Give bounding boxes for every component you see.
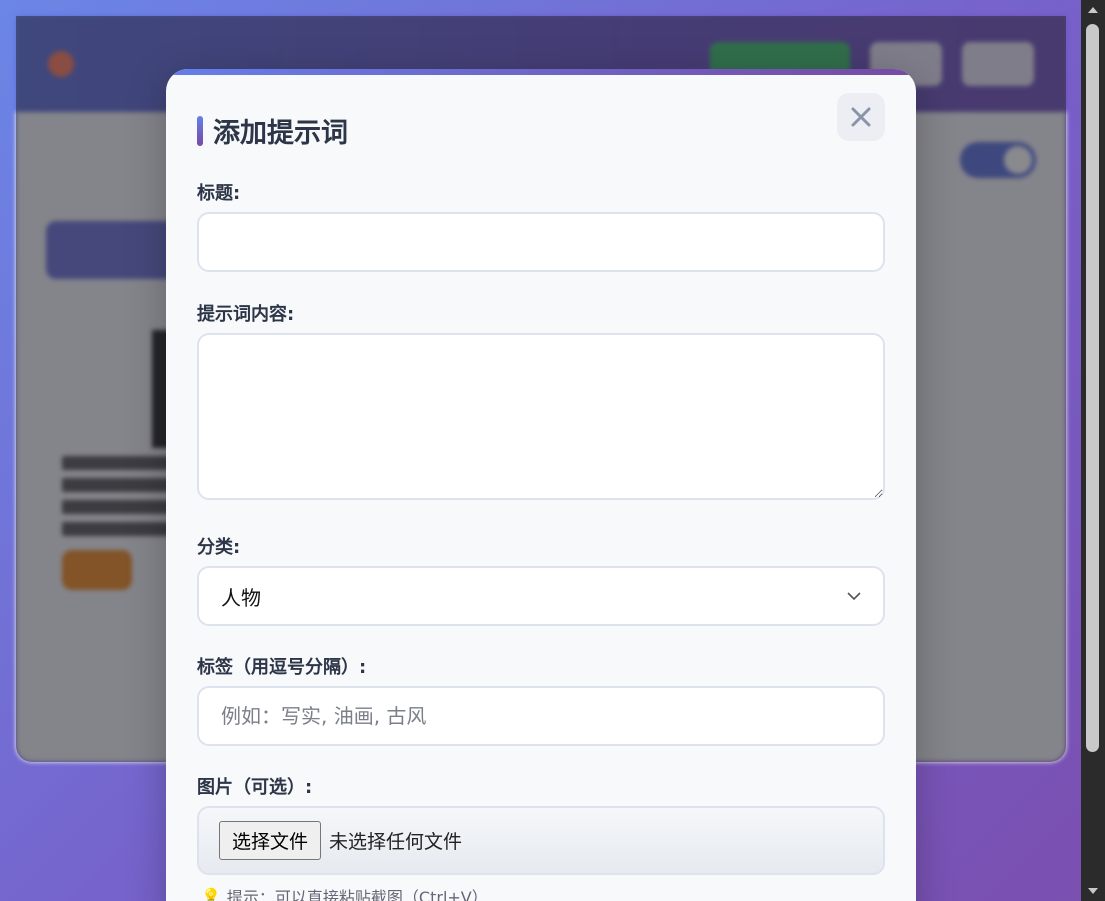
paste-hint: 💡 提示：可以直接粘贴截图（Ctrl+V） — [201, 884, 488, 901]
paste-hint-text: 提示：可以直接粘贴截图（Ctrl+V） — [226, 888, 488, 901]
lightbulb-icon: 💡 — [201, 886, 221, 901]
tags-field-label: 标签（用逗号分隔）: — [197, 657, 367, 678]
category-field-label: 分类: — [197, 537, 241, 558]
close-icon — [851, 107, 871, 127]
title-input[interactable] — [197, 212, 885, 272]
image-file-input[interactable]: 选择文件 未选择任何文件 — [197, 806, 885, 875]
scrollbar-thumb[interactable] — [1086, 24, 1099, 752]
scroll-up-arrow-icon[interactable] — [1081, 0, 1105, 20]
scroll-down-arrow-icon[interactable] — [1081, 881, 1105, 901]
tags-input[interactable] — [197, 686, 885, 746]
file-status-text: 未选择任何文件 — [329, 831, 463, 853]
image-field-label: 图片（可选）: — [197, 777, 313, 798]
modal-header: 添加提示词 — [197, 111, 348, 150]
choose-file-button[interactable]: 选择文件 — [219, 821, 322, 860]
category-select[interactable]: 人物 — [197, 566, 885, 626]
content-field-label: 提示词内容: — [197, 304, 295, 325]
title-field-label: 标题: — [197, 183, 241, 204]
page-scrollbar[interactable] — [1081, 0, 1105, 901]
close-button[interactable] — [837, 93, 885, 141]
title-accent-bar — [197, 115, 203, 146]
add-prompt-modal: 添加提示词 标题: 提示词内容: 分类: 人物 标签（用逗号分隔）: 图片（可选… — [166, 69, 916, 901]
category-select-value: 人物 — [221, 585, 261, 610]
modal-title: 添加提示词 — [213, 118, 348, 149]
chevron-down-icon — [847, 592, 861, 601]
content-textarea[interactable] — [197, 333, 885, 500]
